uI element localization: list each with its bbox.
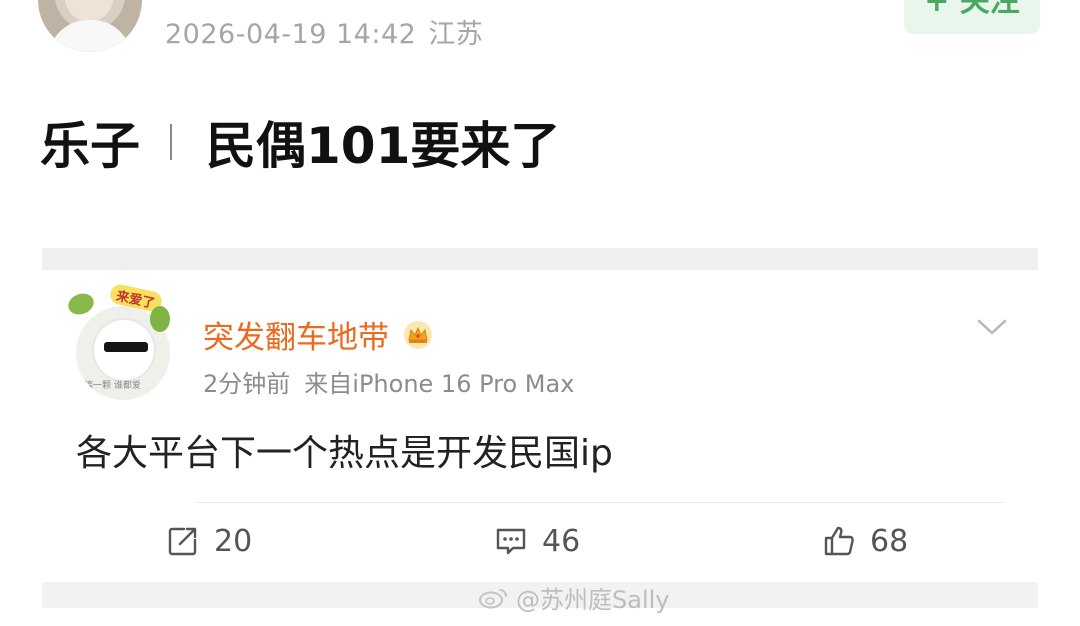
comment-source: 来自iPhone 16 Pro Max [304,370,575,398]
avatar-frog-decoration [65,290,97,318]
avatar-face [64,0,114,22]
comment-count: 46 [542,523,581,559]
comment-meta: 2分钟前 来自iPhone 16 Pro Max [203,364,574,399]
watermark: @苏州庭Sally [478,580,669,615]
avatar-clothing [48,20,132,52]
post-title-left: 乐子 [40,117,140,175]
comment-button[interactable]: 46 [494,520,580,562]
avatar-leaf-decoration [150,306,170,332]
post-location: 江苏 [428,19,484,50]
watermark-text: @苏州庭Sally [516,586,670,614]
follow-button[interactable]: + 关注 [904,0,1040,34]
comment-icon [496,528,526,555]
avatar-sunglasses [104,342,148,352]
like-button[interactable]: 68 [822,520,908,562]
chevron-down-icon[interactable] [976,316,1008,338]
repost-button[interactable]: 20 [166,520,252,562]
action-divider [196,502,1004,503]
avatar-caption: 搞一颗 谁都爱 [84,381,141,391]
commenter-username[interactable]: 突发翻车地带 [203,312,433,357]
comment-text: 各大平台下一个热点是开发民国ip [76,433,613,474]
weibo-logo-icon [479,588,507,608]
post-title: 乐子 民偶101要来了 [40,110,560,175]
post-timestamp: 2026-04-19 14:42 [165,19,417,50]
comment-time: 2分钟前 [203,370,291,398]
title-separator [170,124,172,160]
post-meta: 2026-04-19 14:42 江苏 [165,12,483,51]
thumbs-up-icon [824,526,854,556]
weibo-post-screen: 2026-04-19 14:42 江苏 + 关注 乐子 民偶101要来了 搞一颗 … [0,0,1080,626]
section-divider [42,248,1038,270]
like-count: 68 [870,523,909,559]
crown-icon [404,320,432,349]
post-title-right: 民偶101要来了 [206,117,561,175]
repost-icon [168,527,197,556]
repost-count: 20 [214,523,253,559]
username-text: 突发翻车地带 [203,320,389,356]
follow-label: + 关注 [924,0,1020,19]
author-avatar[interactable] [38,0,142,52]
